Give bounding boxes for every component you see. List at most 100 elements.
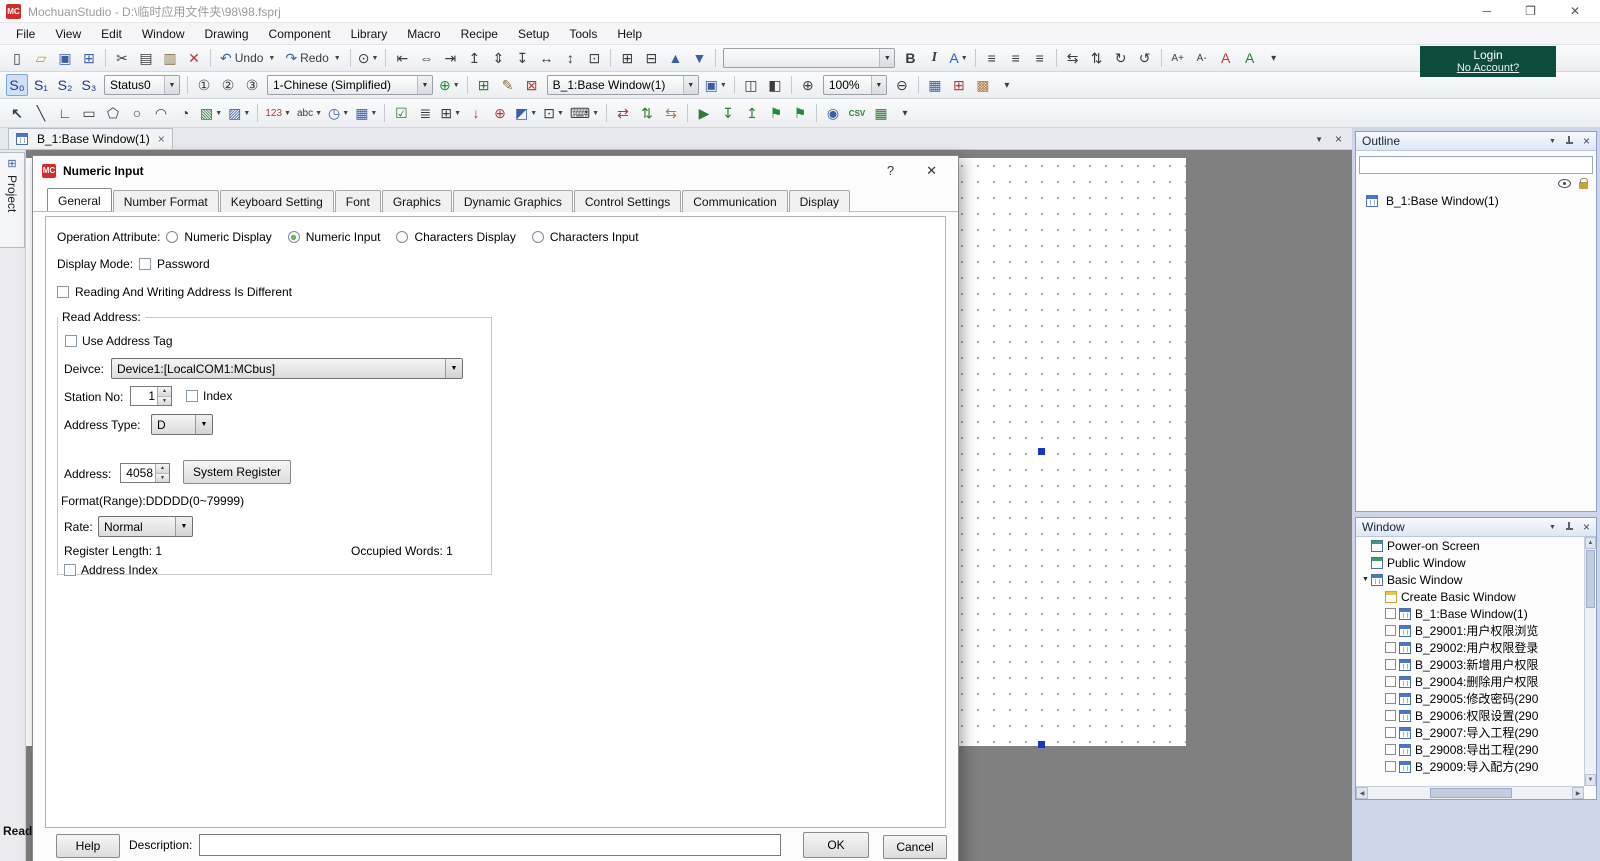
language-combo[interactable]: 1-Chinese (Simplified) ▼ <box>267 75 433 95</box>
align-left-icon[interactable]: ⇤ <box>391 47 413 69</box>
address-index-checkbox[interactable] <box>64 564 76 576</box>
align-bottom-icon[interactable]: ↧ <box>511 47 533 69</box>
state3-icon[interactable]: S₃ <box>78 74 100 96</box>
dialog-tab-general[interactable]: General <box>47 188 112 211</box>
dialog-tab-number-format[interactable]: Number Format <box>112 190 219 212</box>
save-all-icon[interactable]: ⊞ <box>78 47 100 69</box>
horizontal-scrollbar[interactable]: ◀ ▶ <box>1356 786 1584 799</box>
data-grid-icon[interactable]: ▦ ▼ <box>353 102 379 124</box>
dialog-title-bar[interactable]: MC Numeric Input ? ✕ <box>33 156 958 185</box>
tree-item[interactable]: B_29001:用户权限浏览 <box>1356 622 1584 639</box>
scroll-down-icon[interactable]: ▼ <box>1585 774 1596 786</box>
window-component-icon[interactable]: ⊡ ▼ <box>541 102 566 124</box>
menu-window[interactable]: Window <box>132 24 195 44</box>
polygon-icon[interactable]: ⬠ <box>102 102 124 124</box>
tree-item[interactable]: B_29005:修改密码(290 <box>1356 690 1584 707</box>
save-icon[interactable]: ▣ <box>54 47 76 69</box>
radio-characters-display[interactable] <box>396 231 409 243</box>
no-account-link[interactable]: No Account? <box>1420 62 1556 75</box>
system-register-button[interactable]: System Register <box>183 460 292 484</box>
percent-transfer2-icon[interactable]: ⇅ <box>636 102 658 124</box>
clock-icon[interactable]: ◷ ▼ <box>326 102 351 124</box>
highlight-color-icon[interactable]: A <box>1239 47 1261 69</box>
undo-button[interactable]: ↶ Undo ▼ <box>215 47 280 69</box>
use-address-tag-checkbox[interactable] <box>65 335 77 347</box>
close-icon[interactable]: ✕ <box>1570 4 1580 18</box>
lock-icon[interactable] <box>1579 178 1588 189</box>
window-frame-icon[interactable]: ◫ <box>740 74 762 96</box>
scrollbar-thumb[interactable] <box>1586 550 1595 608</box>
tree-item-checkbox[interactable] <box>1385 727 1396 738</box>
same-size-icon[interactable]: ⊡ <box>583 47 605 69</box>
tree-item[interactable]: Power-on Screen <box>1356 537 1584 554</box>
tab-bar-close-icon[interactable]: × <box>1335 132 1342 146</box>
language1-icon[interactable]: ① <box>193 74 215 96</box>
line-icon[interactable]: ╲ <box>30 102 52 124</box>
panel-menu-chevron-icon[interactable]: ▼ <box>1549 524 1556 531</box>
align-middle-icon[interactable]: ⇕ <box>487 47 509 69</box>
description-input[interactable] <box>199 834 781 856</box>
sector-icon[interactable]: ◔ <box>174 102 196 124</box>
maximize-icon[interactable]: ❐ <box>1525 4 1536 18</box>
globe-icon[interactable]: ⊕ ▼ <box>437 74 462 96</box>
polyline-icon[interactable]: ∟ <box>54 102 76 124</box>
tree-item[interactable]: B_29006:权限设置(290 <box>1356 707 1584 724</box>
project-panel-tab[interactable]: ⊞ Project <box>0 152 25 248</box>
panel-menu-chevron-icon[interactable]: ▼ <box>1549 138 1556 145</box>
outline-panel-header[interactable]: Outline ▼ × <box>1356 132 1596 151</box>
delete-icon[interactable]: ✕ <box>183 47 205 69</box>
radio-characters-input[interactable] <box>531 231 544 243</box>
rate-combo[interactable]: Normal ▼ <box>98 516 193 537</box>
zoom-combo[interactable]: 100% ▼ <box>822 75 887 95</box>
ellipse-icon[interactable]: ○ <box>126 102 148 124</box>
login-box[interactable]: Login No Account? <box>1420 46 1556 77</box>
tree-item[interactable]: B_29003:新增用户权限 <box>1356 656 1584 673</box>
panel-close-icon[interactable]: × <box>1583 134 1590 148</box>
menu-macro[interactable]: Macro <box>397 24 450 44</box>
address-stepper[interactable]: 4058 ▲ ▼ <box>120 463 170 483</box>
font-increase-icon[interactable]: A+ <box>1167 47 1189 69</box>
window-combo[interactable]: B_1:Base Window(1) ▼ <box>546 75 699 95</box>
bold-icon[interactable]: B <box>899 47 921 69</box>
index-checkbox[interactable] <box>186 390 198 402</box>
font-color-icon[interactable]: A ▼ <box>947 47 969 69</box>
menu-tools[interactable]: Tools <box>559 24 607 44</box>
pin-icon[interactable] <box>1565 136 1574 146</box>
dialog-tab-control-settings[interactable]: Control Settings <box>573 190 682 212</box>
tree-item[interactable]: B_29009:导入配方(290 <box>1356 758 1584 775</box>
preview-icon[interactable]: ◉ <box>822 102 844 124</box>
tree-item-checkbox[interactable] <box>1385 761 1396 772</box>
rectangle-icon[interactable]: ▭ <box>78 102 100 124</box>
group-icon[interactable]: ⊞ <box>616 47 638 69</box>
percent-transfer3-icon[interactable]: ⇆ <box>660 102 682 124</box>
radio-numeric-display[interactable] <box>166 231 179 243</box>
new-file-icon[interactable]: ▯ <box>6 47 28 69</box>
font-combo[interactable]: ▼ <box>723 48 896 68</box>
tree-item-checkbox[interactable] <box>1385 659 1396 670</box>
spin-down-icon[interactable]: ▼ <box>158 396 171 405</box>
tree-item[interactable]: B_29002:用户权限登录 <box>1356 639 1584 656</box>
panel-close-icon[interactable]: × <box>1583 520 1590 534</box>
tree-item-checkbox[interactable] <box>1385 642 1396 653</box>
menu-component[interactable]: Component <box>259 24 341 44</box>
outline-search-input[interactable] <box>1359 156 1593 174</box>
spin-down-icon[interactable]: ▼ <box>156 473 169 482</box>
ungroup-icon[interactable]: ⊟ <box>640 47 662 69</box>
scroll-up-icon[interactable]: ▲ <box>1585 537 1596 549</box>
numeric-component-icon[interactable]: 123 ▼ <box>263 102 293 124</box>
rw-different-checkbox[interactable] <box>57 286 69 298</box>
csv-icon[interactable]: CSV <box>846 102 868 124</box>
upload-icon[interactable]: ↥ <box>741 102 763 124</box>
zoom-in-icon[interactable]: ⊕ <box>797 74 819 96</box>
delete-window-icon[interactable]: ⊠ <box>521 74 543 96</box>
select-cursor-icon[interactable]: ↖ <box>6 102 28 124</box>
check-list-icon[interactable]: ☑ <box>390 102 412 124</box>
dialog-help-icon[interactable]: ? <box>887 163 894 179</box>
status-combo[interactable]: Status0 ▼ <box>104 75 180 95</box>
tree-item-checkbox[interactable] <box>1385 608 1396 619</box>
dialog-close-icon[interactable]: ✕ <box>926 163 937 179</box>
spin-up-icon[interactable]: ▲ <box>158 387 171 397</box>
station-no-stepper[interactable]: 1 ▲ ▼ <box>130 386 172 406</box>
overflow-chevron-icon[interactable]: ▾ <box>1263 47 1285 69</box>
rotate-left-icon[interactable]: ↺ <box>1134 47 1156 69</box>
